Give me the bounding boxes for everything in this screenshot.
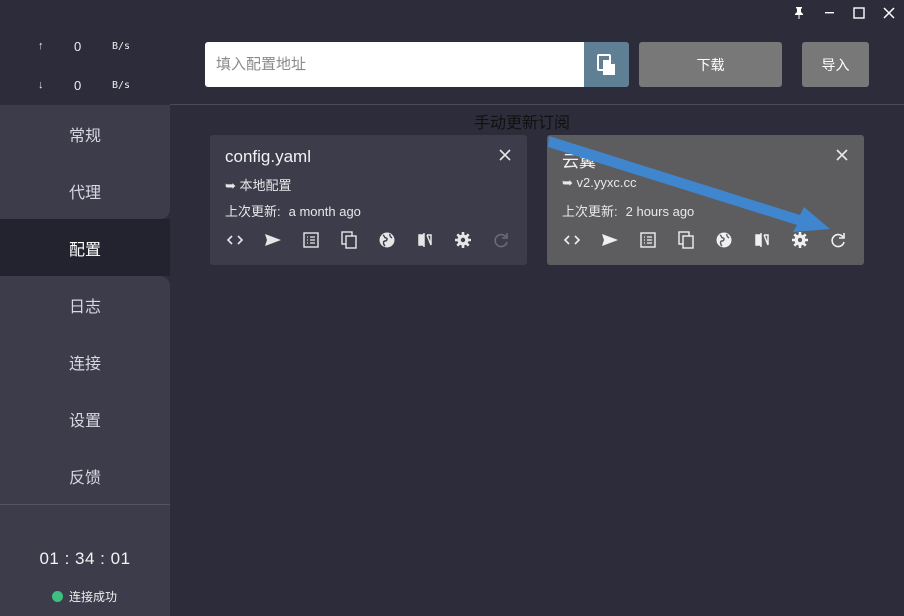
close-icon[interactable] [874,0,904,25]
profile-updated: 上次更新: a month ago [225,201,361,220]
compare-icon[interactable] [751,229,789,251]
sidebar-item-logs[interactable]: 日志 [0,276,170,333]
upload-value: 0 [74,38,82,54]
annotation-label: 手动更新订阅 [474,113,571,132]
config-url-input[interactable] [205,42,585,87]
profile-title: config.yaml [225,147,311,166]
profile-card[interactable]: config.yaml ➥ 本地配置 上次更新: a month ago [210,135,527,265]
send-icon[interactable] [599,229,637,251]
code-icon[interactable] [561,229,599,251]
upload-unit: B/s [112,40,131,52]
list-icon[interactable] [637,229,675,251]
sidebar-item-settings[interactable]: 设置 [0,390,170,447]
list-icon[interactable] [300,229,338,251]
compare-icon[interactable] [414,229,452,251]
maximize-icon[interactable] [844,0,874,25]
code-icon[interactable] [224,229,262,251]
sidebar-item-proxies[interactable]: 代理 [0,162,170,219]
send-icon[interactable] [262,229,300,251]
sidebar-divider [0,504,170,505]
sidebar-item-profiles[interactable]: 配置 [0,219,170,276]
close-icon[interactable] [836,146,848,166]
paste-icon [596,53,615,75]
status-dot-icon [52,591,63,602]
profile-actions [224,229,528,251]
paste-button[interactable] [584,42,629,87]
minimize-icon[interactable] [814,0,844,25]
sidebar-item-connections[interactable]: 连接 [0,333,170,390]
globe-icon[interactable] [713,229,751,251]
clock: 01 : 34 : 01 [39,549,131,568]
status-text: 连接成功 [69,590,118,604]
upload-speed: ↑ 0 B/s [0,27,170,65]
download-button[interactable]: 下载 [639,42,782,87]
nav-group-bottom: 日志 连接 设置 反馈 01 : 34 : 01 连接成功 [0,276,170,616]
title-bar [0,0,904,25]
profile-updated: 上次更新: 2 hours ago [562,201,694,220]
import-button[interactable]: 导入 [802,42,869,87]
pin-icon[interactable] [784,0,814,25]
download-unit: B/s [112,79,131,91]
download-speed: ↓ 0 B/s [0,66,170,104]
profile-source: ➥ v2.yyxc.cc [562,175,637,190]
copy-icon[interactable] [338,229,376,251]
main-divider [170,104,904,105]
sidebar: ↑ 0 B/s ↓ 0 B/s 常规 代理 配置 日志 连接 设置 反馈 01 … [0,25,170,616]
updated-label: 上次更新: [225,204,281,219]
download-value: 0 [74,77,82,93]
upload-arrow-icon: ↑ [38,40,44,52]
updated-label: 上次更新: [562,204,618,219]
updated-value: 2 hours ago [625,204,695,219]
connection-status: 连接成功 [52,588,117,605]
refresh-icon[interactable] [827,229,865,251]
copy-icon[interactable] [675,229,713,251]
gear-icon[interactable] [789,229,827,251]
profile-title: 云翼 [562,152,596,171]
nav-active-bg: 配置 [0,219,170,276]
refresh-icon [490,229,528,251]
download-arrow-icon: ↓ [38,79,44,91]
updated-value: a month ago [288,204,361,219]
nav-group-top: 常规 代理 [0,105,170,219]
sidebar-item-general[interactable]: 常规 [0,105,170,162]
globe-icon[interactable] [376,229,414,251]
close-icon[interactable] [499,146,511,166]
gear-icon[interactable] [452,229,490,251]
profile-card[interactable]: 云翼 ➥ v2.yyxc.cc 上次更新: 2 hours ago [547,135,864,265]
profile-source: ➥ 本地配置 [225,178,292,193]
profile-actions [561,229,865,251]
sidebar-item-feedback[interactable]: 反馈 [0,447,170,504]
